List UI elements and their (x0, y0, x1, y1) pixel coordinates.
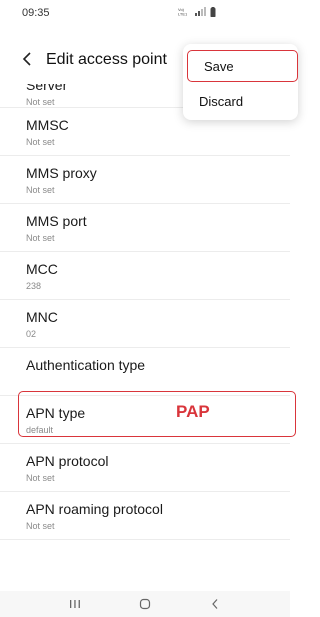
settings-list: Server Not set MMSC Not set MMS proxy No… (0, 84, 290, 591)
setting-mcc[interactable]: MCC 238 (0, 252, 290, 300)
battery-icon (210, 6, 216, 20)
status-bar: 09:35 Vo) LTE1 (0, 0, 290, 26)
setting-value: 238 (26, 281, 42, 291)
setting-label: Authentication type (26, 357, 146, 373)
setting-label: MCC (26, 261, 58, 277)
setting-apn-roaming-protocol[interactable]: APN roaming protocol Not set (0, 492, 290, 540)
page-title: Edit access point (46, 51, 167, 68)
setting-label: MNC (26, 309, 58, 325)
setting-mnc[interactable]: MNC 02 (0, 300, 290, 348)
home-icon[interactable] (130, 593, 160, 615)
setting-value: Not set (26, 137, 55, 147)
save-menu-item[interactable]: Save (187, 50, 298, 82)
back-icon[interactable] (200, 593, 230, 615)
pap-annotation: PAP (176, 402, 210, 421)
setting-label: MMS proxy (26, 165, 97, 181)
navigation-bar (0, 591, 290, 617)
chevron-left-icon[interactable] (22, 50, 46, 70)
status-time: 09:35 (22, 7, 50, 19)
setting-value: Not set (26, 185, 55, 195)
overflow-menu: Save Discard (183, 44, 298, 120)
setting-apn-type[interactable]: APN type default (0, 396, 290, 444)
setting-label: MMS port (26, 213, 87, 229)
setting-value: default (26, 425, 54, 435)
setting-value: Not set (26, 521, 55, 531)
setting-apn-protocol[interactable]: APN protocol Not set (0, 444, 290, 492)
volte-icon: Vo) LTE1 (178, 7, 190, 19)
setting-mms-proxy[interactable]: MMS proxy Not set (0, 156, 290, 204)
setting-label: APN type (26, 405, 86, 421)
setting-label: APN roaming protocol (26, 501, 163, 517)
setting-authentication-type[interactable]: Authentication type (0, 348, 290, 396)
setting-value: 02 (26, 329, 37, 339)
signal-icon (194, 7, 206, 19)
setting-mms-port[interactable]: MMS port Not set (0, 204, 290, 252)
setting-value: Not set (26, 233, 55, 243)
status-icons: Vo) LTE1 (178, 6, 216, 20)
setting-label: APN protocol (26, 453, 109, 469)
recents-icon[interactable] (60, 593, 90, 615)
svg-text:LTE1: LTE1 (178, 12, 188, 17)
discard-menu-item[interactable]: Discard (183, 82, 298, 120)
setting-value: Not set (26, 473, 55, 483)
